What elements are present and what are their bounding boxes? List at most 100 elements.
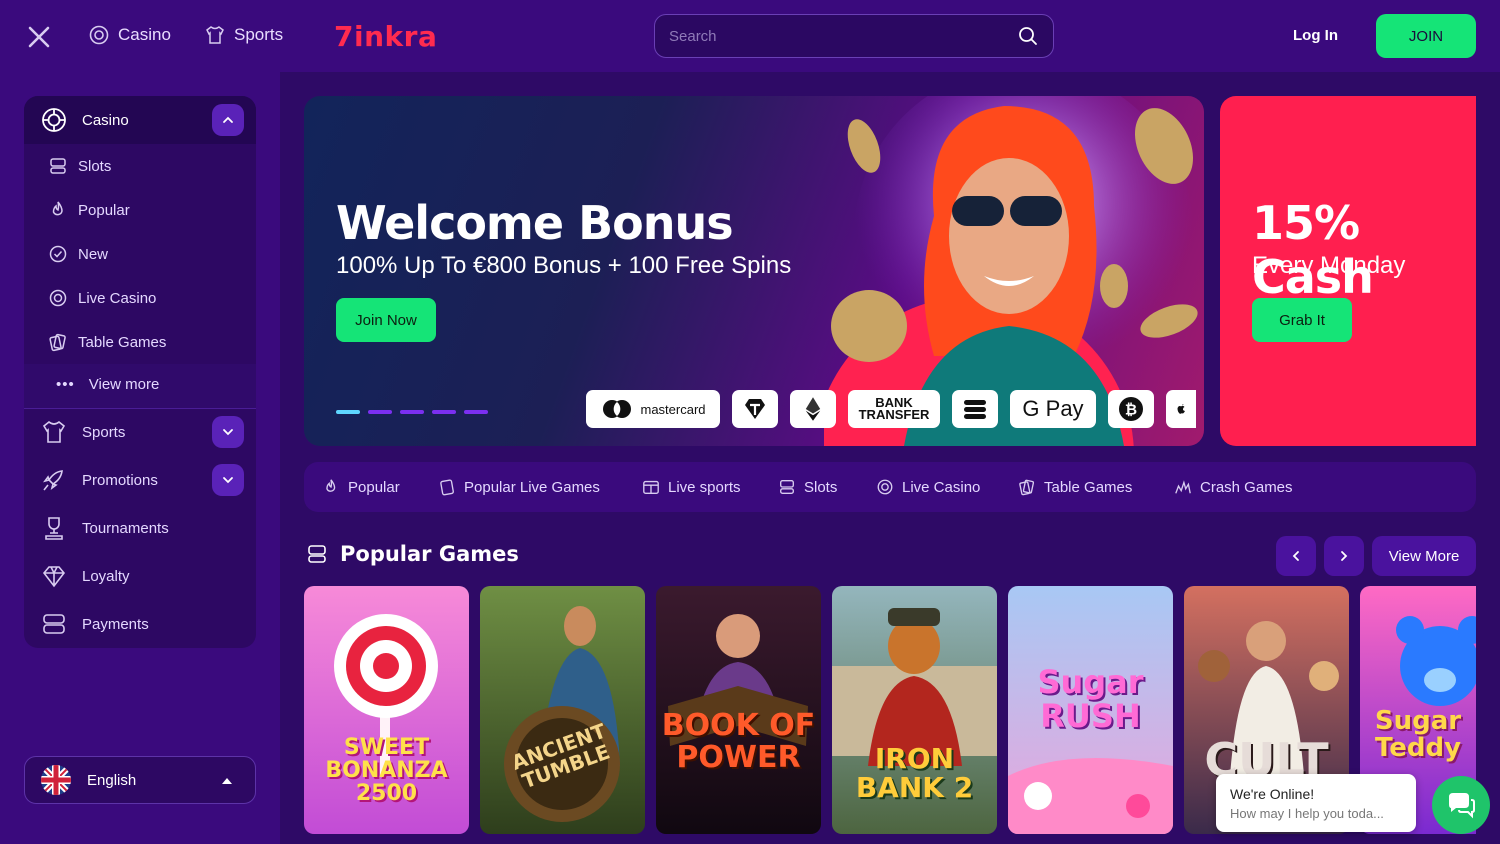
search-icon[interactable]	[1017, 25, 1039, 47]
brand-logo[interactable]: 7inkra	[334, 18, 437, 54]
tab-label: Table Games	[1044, 478, 1133, 496]
diamond-icon	[42, 566, 66, 588]
google-pay-logo: G Pay	[1010, 390, 1096, 428]
crash-icon	[1175, 480, 1191, 494]
tab-popular[interactable]: Popular	[322, 478, 400, 496]
game-tile-sweet-bonanza[interactable]: SWEET BONANZA 2500	[304, 586, 469, 834]
poker-chip-icon	[42, 108, 66, 132]
tab-live-casino[interactable]: Live Casino	[876, 478, 980, 496]
cards-icon	[1019, 479, 1035, 496]
welcome-bonus-banner[interactable]: Welcome Bonus 100% Up To €800 Bonus + 10…	[304, 96, 1204, 446]
top-bar: Casino Sports 7inkra Log In JOIN	[0, 0, 1500, 72]
sidebar-sub-label: Popular	[78, 201, 130, 219]
chat-title: We're Online!	[1230, 786, 1315, 802]
tether-logo	[732, 390, 778, 428]
chat-launcher-button[interactable]	[1432, 776, 1490, 834]
flame-icon	[52, 201, 63, 216]
chevron-right-icon	[1341, 551, 1348, 561]
carousel-dot[interactable]	[336, 410, 360, 414]
search-box	[654, 14, 1054, 58]
sidebar-item-slots[interactable]: Slots	[48, 156, 111, 176]
sidebar-main-label: Payments	[82, 615, 149, 633]
view-more-button[interactable]: View More	[1372, 536, 1476, 576]
sidebar-sub-label: Live Casino	[78, 289, 157, 307]
game-tile-iron-bank-2[interactable]: IRON BANK 2	[832, 586, 997, 834]
tab-popular-live-games[interactable]: Popular Live Games	[438, 478, 600, 496]
section-title: Popular Games	[340, 542, 519, 566]
view-more-label: View more	[88, 376, 160, 393]
nav-casino-link[interactable]: Casino	[88, 24, 171, 46]
bank-transfer-logo: BANK TRANSFER	[848, 390, 940, 428]
grab-it-button[interactable]: Grab It	[1252, 298, 1352, 342]
chevron-down-icon	[223, 477, 233, 484]
carousel-dot[interactable]	[464, 410, 488, 414]
language-selector[interactable]: English	[24, 756, 256, 804]
stacked-lines-icon	[964, 400, 986, 419]
game-tile-ancient-tumble[interactable]: ANCIENT TUMBLE	[480, 586, 645, 834]
game-tile-book-of-power[interactable]: BOOK OF POWER	[656, 586, 821, 834]
sidebar-item-promotions[interactable]: Promotions	[40, 466, 158, 494]
search-input[interactable]	[669, 27, 1017, 45]
language-label: English	[87, 771, 137, 789]
carousel-dot[interactable]	[368, 410, 392, 414]
skrill-logo	[952, 390, 998, 428]
cards-icon	[49, 333, 66, 352]
login-button[interactable]: Log In	[1293, 27, 1338, 44]
sidebar-item-tournaments[interactable]: Tournaments	[40, 514, 169, 542]
chat-bubble[interactable]: We're Online! How may I help you toda...	[1216, 774, 1416, 832]
tab-slots[interactable]: Slots	[778, 478, 837, 496]
flame-icon	[326, 479, 336, 492]
sidebar-item-popular[interactable]: Popular	[48, 200, 130, 220]
slot-machine-icon	[780, 480, 794, 494]
sidebar-sub-label: Slots	[78, 157, 112, 175]
sidebar-view-more[interactable]: ••• View more	[56, 376, 159, 393]
game-title: Sugar RUSH	[1037, 663, 1144, 735]
banner-title: Welcome Bonus	[336, 196, 734, 250]
chevron-left-icon	[1292, 551, 1299, 561]
sidebar-main-label: Loyalty	[82, 567, 130, 585]
bitcoin-icon: ₿	[1119, 397, 1143, 421]
tab-live-sports[interactable]: Live sports	[642, 478, 741, 496]
carousel-dot[interactable]	[400, 410, 424, 414]
expand-sports-button[interactable]	[212, 416, 244, 448]
sidebar-item-table-games[interactable]: Table Games	[48, 332, 166, 352]
join-now-button[interactable]: Join Now	[336, 298, 436, 342]
cashback-title: 15% Cash	[1252, 196, 1374, 304]
mastercard-icon	[603, 400, 632, 418]
collapse-casino-button[interactable]	[212, 104, 244, 136]
sidebar-item-new[interactable]: New	[48, 244, 108, 264]
slot-machine-icon	[308, 545, 326, 563]
chat-icon	[1449, 793, 1475, 819]
tab-crash-games[interactable]: Crash Games	[1174, 478, 1293, 496]
apple-pay-logo	[1166, 390, 1196, 428]
expand-promotions-button[interactable]	[212, 464, 244, 496]
nav-sports-link[interactable]: Sports	[204, 24, 283, 46]
sidebar-item-payments[interactable]: Payments	[40, 610, 149, 638]
jersey-icon	[206, 26, 224, 44]
cashback-banner[interactable]: 15% Cash Every Monday Grab It	[1220, 96, 1476, 446]
game-title: BOOK OF POWER	[661, 708, 816, 775]
divider	[24, 408, 256, 409]
join-button[interactable]: JOIN	[1376, 14, 1476, 58]
carousel-dot[interactable]	[432, 410, 456, 414]
nav-sports-label: Sports	[234, 25, 284, 44]
poker-chip-icon	[89, 25, 109, 45]
tab-table-games[interactable]: Table Games	[1018, 478, 1132, 496]
close-menu-button[interactable]	[26, 24, 52, 50]
sidebar-item-sports[interactable]: Sports	[40, 418, 125, 446]
previous-button[interactable]	[1276, 536, 1316, 576]
tab-label: Slots	[804, 478, 838, 496]
sidebar-item-live-casino[interactable]: Live Casino	[48, 288, 156, 308]
sidebar-panel: Casino Slots Popular New Live Casino Tab…	[24, 96, 256, 648]
sidebar-main-label: Tournaments	[82, 519, 169, 537]
game-tile-sugar-rush[interactable]: Sugar RUSH	[1008, 586, 1173, 834]
mastercard-logo: mastercard	[586, 390, 720, 428]
sidebar-item-loyalty[interactable]: Loyalty	[40, 562, 130, 590]
slot-machine-icon	[50, 158, 66, 174]
sidebar-sub-label: Table Games	[78, 333, 167, 351]
chevron-up-icon	[223, 116, 233, 123]
next-button[interactable]	[1324, 536, 1364, 576]
nav-casino-label: Casino	[118, 25, 171, 44]
rocket-icon	[43, 470, 63, 491]
sidebar: Casino Slots Popular New Live Casino Tab…	[0, 72, 280, 844]
